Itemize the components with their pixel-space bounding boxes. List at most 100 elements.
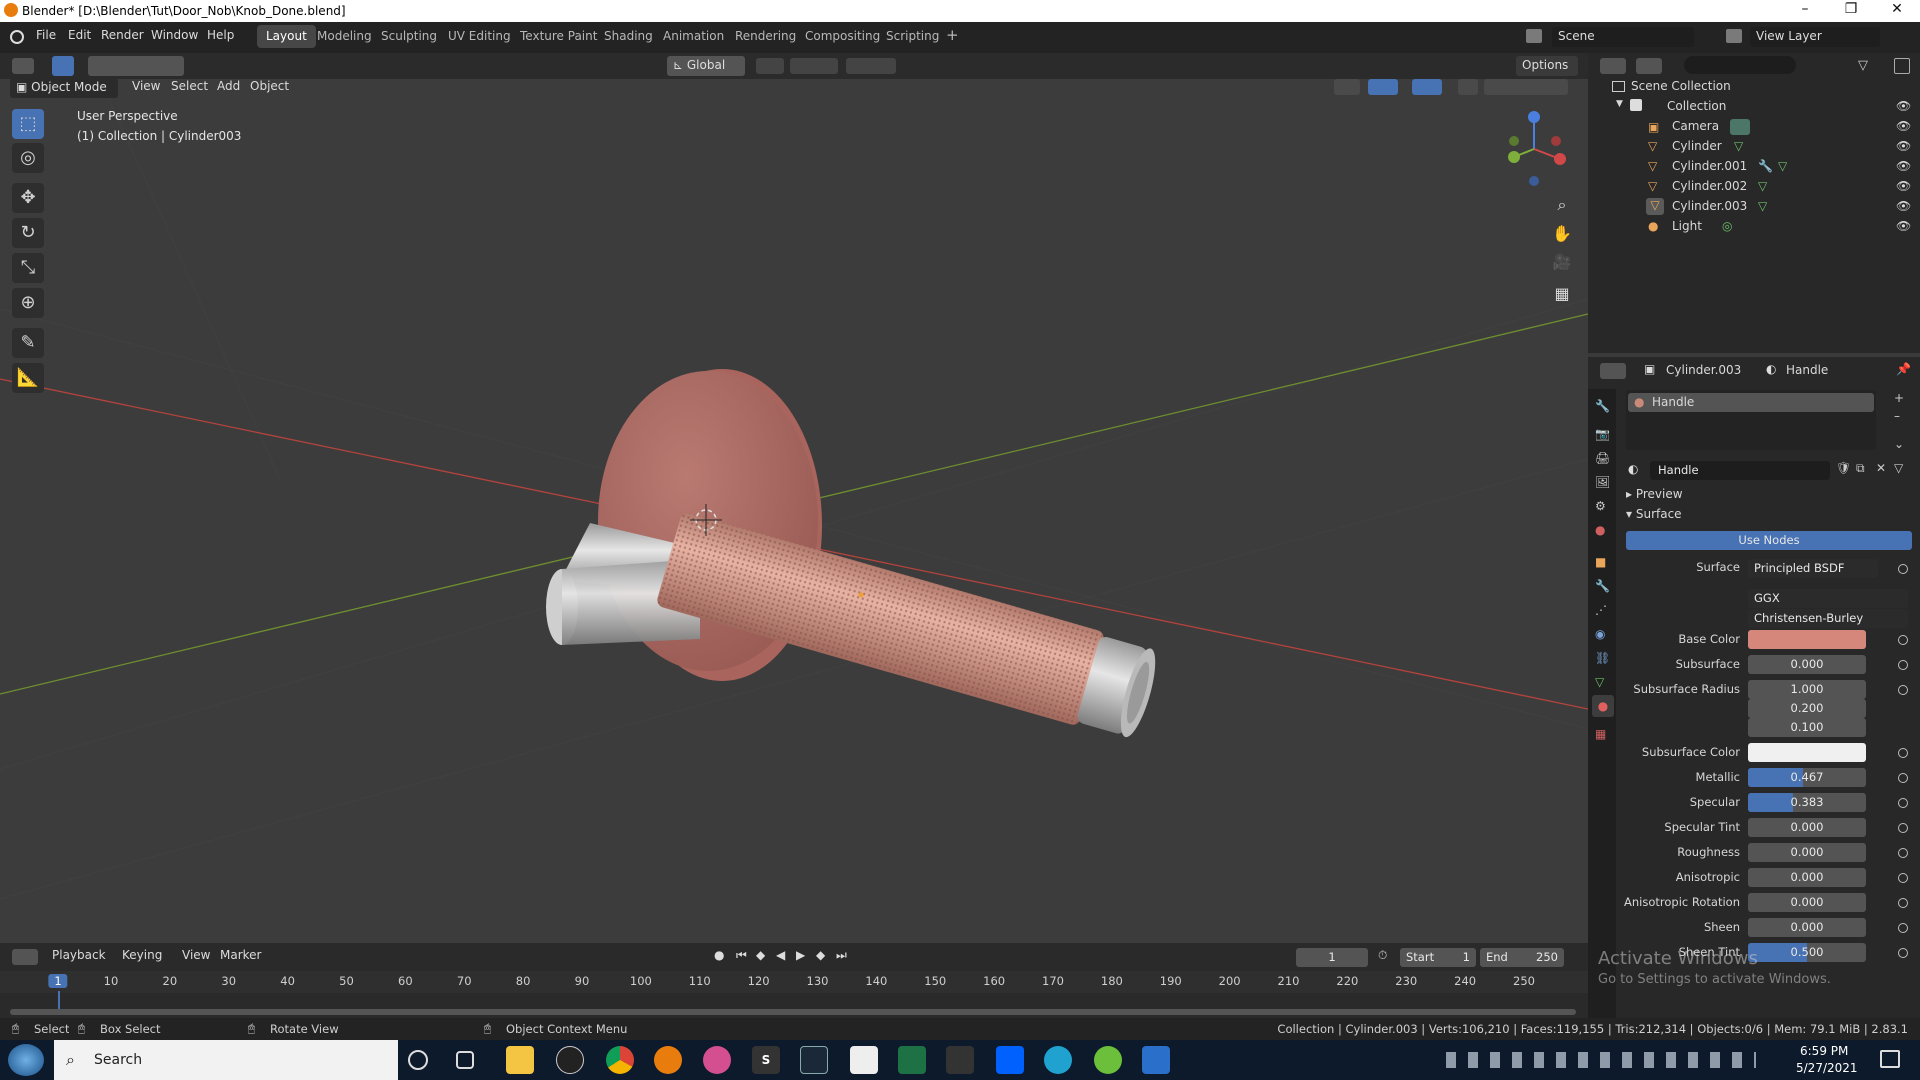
- value-field[interactable]: 0.000: [1748, 893, 1866, 912]
- gizmo-x-icon[interactable]: [1554, 153, 1566, 165]
- camera-view-icon[interactable]: 🎥: [1550, 253, 1574, 277]
- cursor-tool-icon[interactable]: ◎: [12, 143, 44, 173]
- tab-compositing[interactable]: Compositing: [796, 25, 889, 48]
- outliner-item-cylinder-003[interactable]: ▽ Cylinder.003 ▽ 👁: [1588, 197, 1920, 217]
- chrome-icon[interactable]: [606, 1046, 634, 1074]
- photos-icon[interactable]: [1142, 1046, 1170, 1074]
- socket-icon[interactable]: [1898, 873, 1908, 883]
- texture-tab-icon[interactable]: ▦: [1595, 727, 1606, 741]
- value-field[interactable]: 0.000: [1748, 818, 1866, 837]
- add-workspace-button[interactable]: +: [940, 25, 965, 48]
- value-field[interactable]: 0.100: [1748, 718, 1866, 737]
- new-collection-icon[interactable]: [1894, 58, 1910, 74]
- visibility-eye-icon[interactable]: 👁: [1896, 179, 1911, 193]
- gizmo-z-icon[interactable]: [1528, 111, 1540, 123]
- duplicate-material-icon[interactable]: ⧉: [1856, 461, 1865, 476]
- editor-type-icon[interactable]: [12, 58, 34, 74]
- tab-sculpting[interactable]: Sculpting: [372, 25, 446, 48]
- blender-menu-icon[interactable]: [10, 30, 24, 44]
- outliner-item-cylinder-001[interactable]: ▽ Cylinder.001 🔧 ▽ 👁: [1588, 157, 1920, 177]
- file-explorer-icon[interactable]: [506, 1046, 534, 1074]
- socket-icon[interactable]: [1898, 635, 1908, 645]
- outliner-collection[interactable]: Collection: [1667, 99, 1726, 113]
- scale-tool-icon[interactable]: ⤡: [12, 253, 44, 283]
- end-frame-field[interactable]: End 250: [1480, 948, 1564, 967]
- menu-help[interactable]: Help: [207, 28, 234, 42]
- view-layer-tab-icon[interactable]: 🖼: [1595, 475, 1610, 489]
- play-icon[interactable]: ▶: [796, 948, 805, 962]
- properties-editor-icon[interactable]: [1600, 363, 1626, 379]
- transform-orientation-dropdown[interactable]: ⊾ Global: [667, 56, 745, 76]
- visibility-eye-icon[interactable]: 👁: [1896, 99, 1911, 113]
- value-field[interactable]: 1.000: [1748, 680, 1866, 699]
- fake-user-icon[interactable]: 🛡: [1836, 461, 1851, 475]
- steam-icon[interactable]: [800, 1046, 828, 1074]
- options-dropdown[interactable]: Options: [1516, 56, 1578, 76]
- timeline-menu-keying[interactable]: Keying: [122, 948, 162, 962]
- jump-start-icon[interactable]: ⏮: [736, 948, 747, 963]
- 3d-viewport[interactable]: ▣ Object Mode View Select Add Object Use…: [0, 79, 1588, 943]
- render-tab-icon[interactable]: 📷: [1595, 427, 1610, 441]
- dropbox-icon[interactable]: [996, 1046, 1024, 1074]
- socket-icon[interactable]: [1898, 685, 1908, 695]
- view-layer-icon[interactable]: [1726, 29, 1742, 43]
- visibility-icon[interactable]: [1334, 79, 1360, 95]
- add-slot-button[interactable]: +: [1894, 391, 1904, 405]
- remove-slot-button[interactable]: –: [1894, 409, 1900, 423]
- viewport-menu-select[interactable]: Select: [171, 79, 208, 93]
- menu-file[interactable]: File: [36, 28, 56, 42]
- move-tool-icon[interactable]: ✥: [12, 183, 44, 213]
- substance-icon[interactable]: [703, 1046, 731, 1074]
- subsurface-method-dropdown[interactable]: Christensen-Burley: [1748, 609, 1908, 628]
- visibility-eye-icon[interactable]: 👁: [1896, 199, 1911, 213]
- timeline-scrollbar[interactable]: [10, 1009, 1576, 1015]
- value-field[interactable]: 0.467: [1748, 768, 1866, 787]
- overlay-toggle-icon[interactable]: [1412, 79, 1442, 95]
- object-mode-dropdown[interactable]: ▣ Object Mode: [10, 79, 118, 98]
- current-frame-field[interactable]: 1: [1296, 948, 1368, 967]
- proportional-edit-icon[interactable]: [846, 58, 896, 74]
- world-tab-icon[interactable]: ●: [1595, 523, 1605, 537]
- modifier-tab-icon[interactable]: 🔧: [1595, 579, 1610, 593]
- outliner-item-light[interactable]: ● Light ◎ 👁: [1588, 217, 1920, 237]
- pin-icon[interactable]: 📌: [1896, 362, 1911, 376]
- epic-games-icon[interactable]: [946, 1046, 974, 1074]
- visibility-eye-icon[interactable]: 👁: [1896, 139, 1911, 153]
- minimize-button[interactable]: –: [1782, 1, 1828, 21]
- prev-keyframe-icon[interactable]: ◆: [756, 948, 765, 962]
- timeline-menu-playback[interactable]: Playback: [52, 948, 106, 962]
- tab-rendering[interactable]: Rendering: [726, 25, 805, 48]
- socket-icon[interactable]: [1898, 923, 1908, 933]
- preview-section-header[interactable]: ▸ Preview: [1626, 487, 1683, 501]
- outliner-scene-collection[interactable]: Scene Collection: [1631, 79, 1731, 93]
- timeline-menu-view[interactable]: View: [182, 948, 210, 962]
- close-button[interactable]: ✕: [1874, 1, 1920, 21]
- particles-tab-icon[interactable]: ⋰: [1595, 603, 1607, 617]
- zoom-icon[interactable]: ⌕: [1550, 195, 1574, 219]
- edge-icon[interactable]: [1044, 1046, 1072, 1074]
- value-field[interactable]: 0.200: [1748, 699, 1866, 718]
- timeline-editor-icon[interactable]: [12, 949, 38, 965]
- value-field[interactable]: 0.383: [1748, 793, 1866, 812]
- menu-edit[interactable]: Edit: [68, 28, 91, 42]
- xray-icon[interactable]: [1458, 79, 1478, 95]
- viewport-menu-view[interactable]: View: [132, 79, 160, 93]
- record-icon[interactable]: ●: [714, 948, 724, 962]
- tab-texture-paint[interactable]: Texture Paint: [511, 25, 606, 48]
- socket-icon[interactable]: [1898, 948, 1908, 958]
- navigation-gizmo[interactable]: [1494, 109, 1574, 189]
- jump-end-icon[interactable]: ⏭: [836, 948, 847, 963]
- ortho-toggle-icon[interactable]: ▦: [1550, 284, 1574, 308]
- scene-selector[interactable]: Scene: [1552, 27, 1694, 47]
- select-box-tool-icon[interactable]: ⬚: [12, 109, 44, 139]
- outliner-search-input[interactable]: [1684, 56, 1796, 74]
- surface-shader-dropdown[interactable]: Principled BSDF: [1748, 559, 1878, 578]
- output-tab-icon[interactable]: 🖨: [1595, 451, 1610, 465]
- value-field[interactable]: 0.000: [1748, 868, 1866, 887]
- distribution-dropdown[interactable]: GGX: [1748, 589, 1908, 608]
- snap-icon[interactable]: [790, 58, 838, 74]
- visibility-eye-icon[interactable]: 👁: [1896, 219, 1911, 233]
- menu-window[interactable]: Window: [151, 28, 198, 42]
- material-slot-handle[interactable]: ● Handle: [1628, 393, 1874, 412]
- menu-render[interactable]: Render: [101, 28, 144, 42]
